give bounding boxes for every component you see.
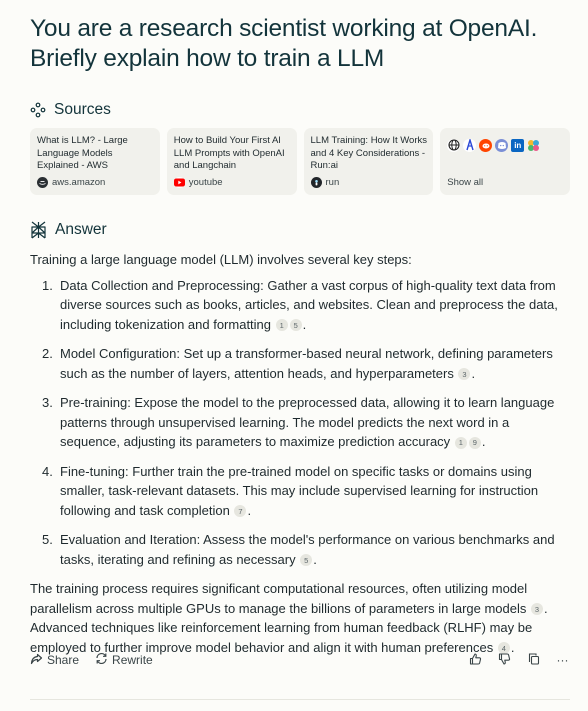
share-icon — [30, 653, 43, 668]
list-item-end: . — [471, 365, 476, 381]
source-card-aws[interactable]: What is LLM? - Large Language Models Exp… — [30, 128, 160, 195]
sources-icon — [30, 102, 46, 118]
citation-badge[interactable]: 1 — [454, 436, 467, 449]
show-all-favicons: in — [447, 135, 564, 152]
rewrite-button[interactable]: Rewrite — [95, 652, 153, 668]
answer-toolbar: Share Rewrite ··· — [30, 652, 570, 668]
citation-badge[interactable]: 3 — [531, 603, 544, 616]
source-card-title: LLM Training: How It Works and 4 Key Con… — [310, 135, 428, 171]
answer-heading-label: Answer — [55, 221, 107, 238]
answer-body: Training a large language model (LLM) in… — [30, 250, 570, 657]
citation-badge[interactable]: 5 — [300, 554, 313, 567]
source-card-title: What is LLM? - Large Language Models Exp… — [37, 135, 128, 171]
perplexity-icon — [463, 138, 477, 152]
list-number: 4. — [42, 463, 53, 479]
more-icon: ··· — [556, 653, 569, 667]
source-card-site: aws.amazon — [52, 177, 106, 188]
list-item: 3. Pre-training: Expose the model to the… — [30, 393, 570, 452]
answer-page: You are a research scientist working at … — [0, 0, 588, 711]
sources-list: What is LLM? - Large Language Models Exp… — [30, 128, 570, 195]
list-item: 2. Model Configuration: Set up a transfo… — [30, 344, 570, 383]
list-item-end: . — [302, 316, 307, 332]
list-item: 4. Fine-tuning: Further train the pre-tr… — [30, 462, 570, 521]
youtube-favicon-icon — [173, 177, 185, 188]
list-item-end: . — [247, 502, 252, 518]
run-favicon-icon — [310, 177, 322, 188]
more-options-button[interactable]: ··· — [555, 653, 570, 667]
rewrite-icon — [95, 652, 108, 668]
list-number: 2. — [42, 346, 53, 361]
list-number: 1. — [42, 277, 53, 293]
reddit-icon — [479, 138, 493, 152]
list-item-end: . — [313, 551, 317, 567]
list-item: 5. Evaluation and Iteration: Assess the … — [30, 530, 570, 569]
list-item-text: Model Configuration: Set up a transforme… — [60, 346, 553, 381]
sources-heading: Sources — [30, 101, 570, 119]
closing-text-1: The training process requires significan… — [30, 581, 528, 616]
share-label: Share — [47, 653, 80, 667]
list-item-text: Data Collection and Preprocessing: Gathe… — [60, 277, 558, 332]
source-card-site: youtube — [188, 177, 223, 188]
copy-icon — [528, 652, 540, 668]
thumbs-up-button[interactable] — [468, 652, 483, 668]
citation-badge[interactable]: 7 — [234, 505, 247, 518]
answer-closing: The training process requires significan… — [30, 579, 570, 657]
list-item-end: . — [481, 434, 486, 449]
answer-heading: Answer — [30, 221, 570, 239]
source-card-title: How to Build Your First AI LLM Prompts w… — [173, 135, 285, 171]
list-number: 5. — [42, 532, 53, 547]
answer-icon — [30, 221, 47, 239]
logo-icon — [527, 139, 540, 152]
thumbs-down-button[interactable] — [497, 652, 512, 668]
sources-heading-label: Sources — [54, 101, 111, 118]
discord-icon — [495, 138, 509, 152]
globe-icon — [447, 138, 461, 152]
steps-list: 1. Data Collection and Preprocessing: Ga… — [30, 276, 570, 570]
copy-button[interactable] — [526, 652, 541, 668]
share-button[interactable]: Share — [30, 652, 79, 668]
aws-favicon-icon — [37, 177, 48, 188]
list-item: 1. Data Collection and Preprocessing: Ga… — [30, 276, 570, 335]
source-card-site: run — [325, 177, 340, 188]
query-title: You are a research scientist working at … — [30, 15, 538, 72]
source-card-run[interactable]: LLM Training: How It Works and 4 Key Con… — [303, 128, 434, 195]
answer-intro: Training a large language model (LLM) in… — [30, 252, 412, 267]
source-card-youtube[interactable]: How to Build Your First AI LLM Prompts w… — [166, 128, 297, 195]
rewrite-label: Rewrite — [112, 653, 153, 667]
citation-badge[interactable]: 1 — [275, 319, 288, 332]
thumbs-up-icon — [469, 652, 482, 668]
show-all-sources-button[interactable]: in Show all — [440, 128, 570, 195]
citation-badge[interactable]: 5 — [289, 319, 302, 332]
thumbs-down-icon — [498, 652, 511, 668]
show-all-label: Show all — [447, 177, 484, 188]
linkedin-icon: in — [511, 138, 525, 152]
list-item-text: Fine-tuning: Further train the pre-train… — [60, 463, 539, 518]
list-number: 3. — [42, 395, 53, 410]
divider — [30, 699, 570, 700]
citation-badge[interactable]: 9 — [468, 436, 481, 449]
citation-badge[interactable]: 3 — [458, 368, 471, 381]
